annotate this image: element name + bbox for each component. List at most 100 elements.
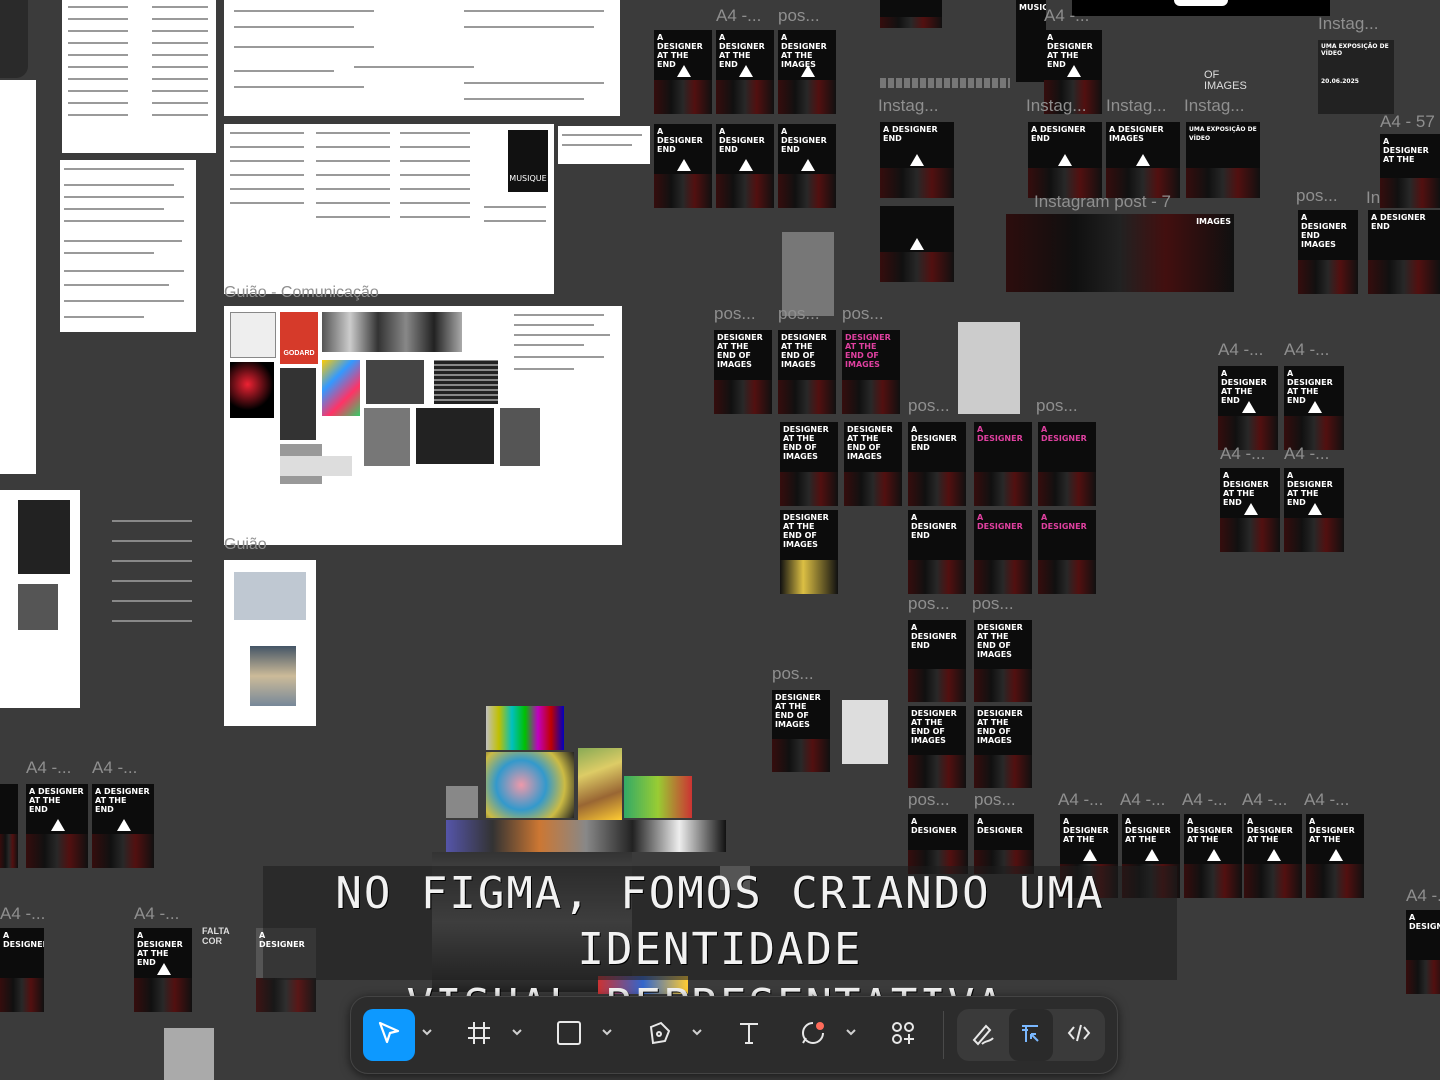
poster-ig-d[interactable]: UMA EXPOSIÇÃO DE VÍDEO (1186, 122, 1260, 198)
poster-mid-1[interactable]: DESIGNER AT THE END OF IMAGES (714, 330, 772, 414)
poster-top-4[interactable]: A DESIGNER END (654, 124, 712, 208)
poster-grid-a3[interactable]: A DESIGNER END (908, 422, 966, 506)
poster-b-4[interactable]: A DESIGNER AT THE (1244, 814, 1302, 898)
poster-bl-2[interactable]: A DESIGNER AT THE END (26, 784, 88, 868)
doc-page-3[interactable] (60, 160, 196, 332)
poster-bl-1[interactable] (0, 784, 18, 868)
poster-grid-a5[interactable]: A DESIGNER (1038, 422, 1096, 506)
poster-a4-r4[interactable]: A DESIGNER AT THE END (1284, 468, 1344, 552)
design-mode-button[interactable] (1009, 1009, 1053, 1061)
poster-instag-1[interactable] (880, 0, 942, 28)
actions-tool-button[interactable] (877, 1009, 929, 1061)
poster-grid-d1[interactable]: DESIGNER AT THE END OF IMAGES (772, 690, 830, 772)
frame-label-a4-6[interactable]: A4 -... (1284, 444, 1329, 464)
poster-top-2[interactable]: A DESIGNER AT THE END (716, 30, 774, 114)
frame-label-a4-15[interactable]: A4 -... (0, 904, 45, 924)
doc-page-top-wide[interactable] (224, 0, 620, 116)
frame-label-a4-5[interactable]: A4 -... (1220, 444, 1265, 464)
frame-label-a4-16[interactable]: A4 -... (134, 904, 179, 924)
collage-green[interactable] (624, 776, 692, 818)
frame-label-pos-6[interactable]: pos... (908, 396, 950, 416)
frame-label-instag-5[interactable]: Instag... (1318, 14, 1378, 34)
frame-label-guiao[interactable]: Guião (224, 536, 267, 554)
poster-mid-bw[interactable] (958, 322, 1020, 414)
move-tool-button[interactable] (363, 1009, 415, 1061)
poster-instag-2[interactable]: A DESIGNER END (880, 122, 954, 198)
text-tool-button[interactable] (723, 1009, 775, 1061)
poster-top-3[interactable]: A DESIGNER AT THE IMAGES (778, 30, 836, 114)
poster-bl-gray[interactable] (164, 1028, 214, 1080)
frame-label-a4-12[interactable]: A4 -... (1406, 886, 1440, 906)
frame-label-pos-2[interactable]: pos... (1296, 186, 1338, 206)
poster-grid-b3[interactable]: A DESIGNER (974, 510, 1032, 594)
frame-tool-dropdown[interactable] (511, 1025, 523, 1037)
doc-page-2[interactable] (0, 80, 36, 474)
poster-top-1[interactable]: A DESIGNER AT THE END (654, 30, 712, 114)
poster-grid-a1[interactable]: DESIGNER AT THE END OF IMAGES (780, 422, 838, 506)
frame-label-a4-9[interactable]: A4 -... (1182, 790, 1227, 810)
frame-label-a4-3[interactable]: A4 -... (1218, 340, 1263, 360)
frame-label-pos-9[interactable]: pos... (972, 594, 1014, 614)
poster-collage-wide[interactable]: IMAGES (1006, 214, 1234, 292)
poster-grid-b1[interactable]: DESIGNER AT THE END OF IMAGES (780, 510, 838, 594)
poster-b-5[interactable]: A DESIGNER AT THE (1306, 814, 1364, 898)
doc-photo-frame[interactable] (224, 560, 316, 726)
poster-b-6[interactable]: A DESIGNER (1406, 910, 1440, 994)
frame-label-pos-10[interactable]: pos... (772, 664, 814, 684)
frame-label-pos-12[interactable]: pos... (974, 790, 1016, 810)
poster-a4-r2[interactable]: A DESIGNER AT THE END (1284, 366, 1344, 450)
poster-grid-d2[interactable] (842, 700, 888, 764)
frame-label-pos-5[interactable]: pos... (842, 304, 884, 324)
frame-label-a4-13[interactable]: A4 -... (26, 758, 71, 778)
poster-ig-b[interactable]: A DESIGNER END (1028, 122, 1102, 198)
collage-gold[interactable] (578, 748, 622, 820)
collage-bw-face[interactable] (446, 786, 478, 818)
frame-label-instag-3[interactable]: Instag... (1106, 96, 1166, 116)
poster-grid-b4[interactable]: A DESIGNER (1038, 510, 1096, 594)
frame-label-a4-1[interactable]: A4 -... (716, 6, 761, 26)
poster-grid-a2[interactable]: DESIGNER AT THE END OF IMAGES (844, 422, 902, 506)
frame-label-a4-7[interactable]: A4 -... (1058, 790, 1103, 810)
poster-mid-3[interactable]: DESIGNER AT THE END OF IMAGES (842, 330, 900, 414)
moodboard-frame[interactable]: GODARD (224, 306, 622, 545)
frame-label-a4-2[interactable]: A4 -... (1044, 6, 1089, 26)
rectangle-tool-dropdown[interactable] (601, 1025, 613, 1037)
poster-a4-r3[interactable]: A DESIGNER AT THE END (1220, 468, 1280, 552)
poster-bl-3[interactable]: A DESIGNER AT THE END (92, 784, 154, 868)
frame-label-pos-4[interactable]: pos... (778, 304, 820, 324)
poster-expo[interactable]: UMA EXPOSIÇÃO DE VÍDEO 20.06.2025 (1318, 40, 1394, 114)
poster-grid-c3[interactable]: DESIGNER AT THE END OF IMAGES (908, 706, 966, 788)
frame-label-a4-57[interactable]: A4 - 57 (1380, 112, 1435, 132)
poster-right-2[interactable]: A DESIGNER END (1368, 210, 1440, 294)
poster-right-1[interactable]: A DESIGNER END IMAGES (1298, 210, 1358, 294)
frame-label-a4-11[interactable]: A4 -... (1304, 790, 1349, 810)
poster-top-6[interactable]: A DESIGNER END (778, 124, 836, 208)
poster-bl-5[interactable]: A DESIGNER AT THE END (134, 928, 192, 1012)
poster-top-5[interactable]: A DESIGNER END (716, 124, 774, 208)
frame-tool-button[interactable] (453, 1009, 505, 1061)
frame-label-instag-1[interactable]: Instag... (878, 96, 938, 116)
pen-tool-button[interactable] (633, 1009, 685, 1061)
doc-small-note[interactable] (558, 126, 650, 164)
poster-grid-c4[interactable]: DESIGNER AT THE END OF IMAGES (974, 706, 1032, 788)
collage-painting[interactable] (486, 752, 574, 818)
collage-row-1[interactable] (446, 820, 726, 852)
poster-a4-57[interactable]: A DESIGNER AT THE (1380, 134, 1440, 208)
poster-instag-3[interactable] (880, 206, 954, 282)
frame-label-a4-8[interactable]: A4 -... (1120, 790, 1165, 810)
poster-grid-c2[interactable]: DESIGNER AT THE END OF IMAGES (974, 620, 1032, 702)
doc-page-research[interactable]: MUSIQUE (224, 124, 554, 294)
frame-label-pos-8[interactable]: pos... (908, 594, 950, 614)
poster-a4-r1[interactable]: A DESIGNER AT THE END (1218, 366, 1278, 450)
frame-label-a4-4[interactable]: A4 -... (1284, 340, 1329, 360)
poster-mid-2[interactable]: DESIGNER AT THE END OF IMAGES (778, 330, 836, 414)
dev-mode-button[interactable] (1057, 1009, 1101, 1061)
poster-b-3[interactable]: A DESIGNER AT THE (1184, 814, 1242, 898)
pen-tool-dropdown[interactable] (691, 1025, 703, 1037)
doc-page-left-bottom[interactable] (0, 490, 80, 708)
frame-label-instagram-post-7[interactable]: Instagram post - 7 (1034, 192, 1171, 212)
frame-label-pos-7[interactable]: pos... (1036, 396, 1078, 416)
frame-label-a4-14[interactable]: A4 -... (92, 758, 137, 778)
poster-grid-b2[interactable]: A DESIGNER END (908, 510, 966, 594)
poster-ig-c[interactable]: A DESIGNER IMAGES (1106, 122, 1180, 198)
